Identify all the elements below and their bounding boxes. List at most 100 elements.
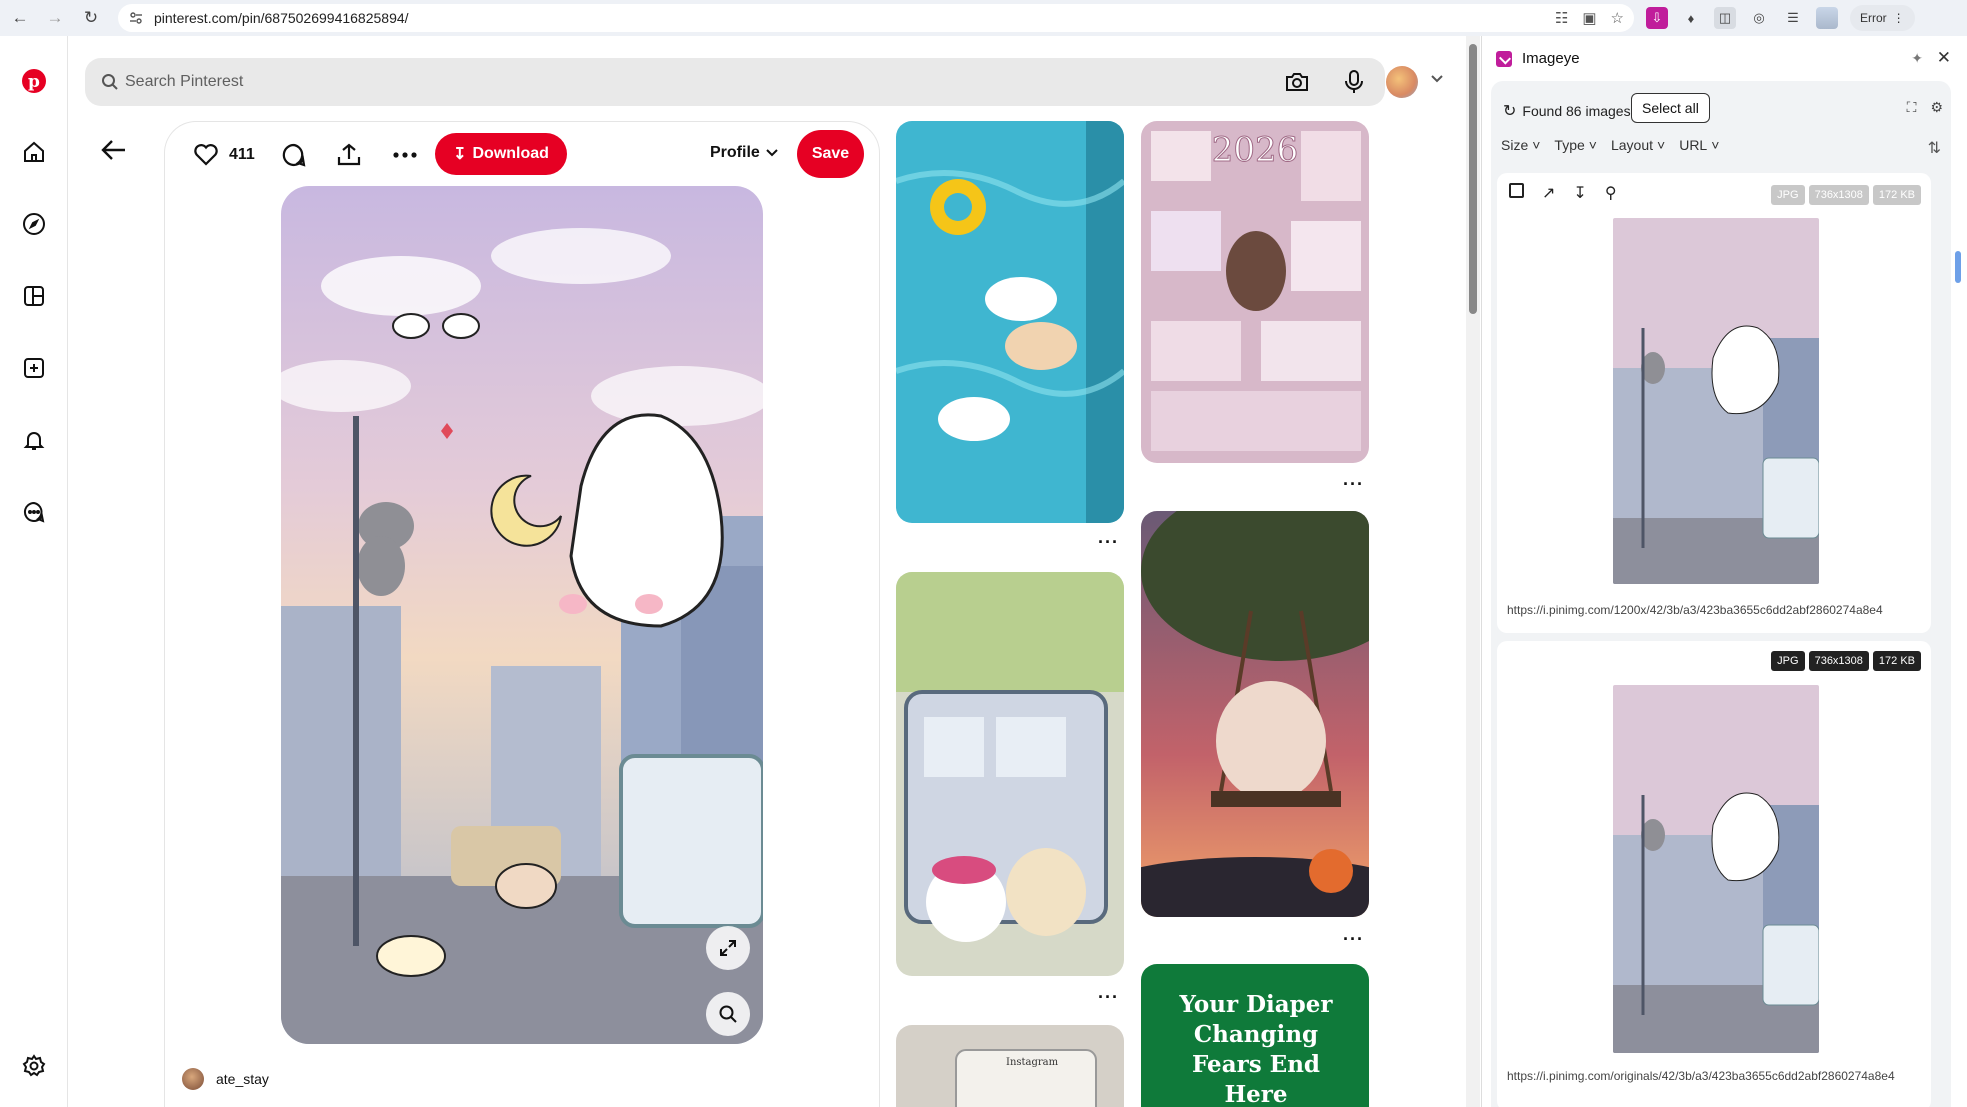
open-new-tab-icon[interactable]: ↗	[1542, 183, 1555, 203]
back-arrow-icon[interactable]: ←	[5, 3, 35, 33]
close-icon[interactable]: ✕	[1937, 48, 1951, 68]
imageye-header: Imageye	[1496, 50, 1580, 67]
heart-icon	[194, 144, 218, 166]
image-card[interactable]: JPG 736x1308 172 KB https://i.pinimg.com…	[1497, 641, 1931, 1107]
select-all-button[interactable]: Select all	[1631, 93, 1710, 123]
kebab-menu-icon[interactable]: ⋮	[1893, 11, 1905, 25]
creator-avatar[interactable]	[182, 1068, 204, 1090]
site-settings-icon[interactable]	[128, 10, 144, 26]
panel-scroll-indicator[interactable]	[1955, 251, 1961, 283]
translate-icon[interactable]: ☷	[1555, 9, 1568, 27]
refresh-icon[interactable]: ↻	[1503, 101, 1516, 121]
user-avatar[interactable]	[1386, 66, 1418, 98]
chevron-down-icon[interactable]	[1430, 74, 1444, 84]
filter-layout-label: Layout	[1610, 137, 1654, 153]
settings-gear-icon[interactable]: ⚙	[1930, 99, 1943, 116]
extensions-puzzle-icon[interactable]: ♦	[1680, 7, 1702, 29]
svg-text:p: p	[28, 72, 40, 92]
reload-icon[interactable]: ↻	[76, 3, 106, 33]
messages-icon[interactable]	[19, 497, 49, 527]
image-url[interactable]: https://i.pinimg.com/1200x/42/3b/a3/423b…	[1507, 603, 1923, 617]
comment-button[interactable]	[281, 140, 307, 170]
profile-avatar-icon[interactable]	[1816, 7, 1838, 29]
explore-compass-icon[interactable]	[19, 209, 49, 239]
format-badge: JPG	[1771, 651, 1805, 671]
related-pin-instagram[interactable]: Instagram	[896, 1025, 1124, 1107]
media-controls-icon[interactable]: ☰	[1782, 7, 1804, 29]
create-plus-icon[interactable]	[19, 353, 49, 383]
image-badges: JPG 736x1308 172 KB	[1771, 185, 1921, 205]
back-arrow-icon[interactable]	[100, 138, 128, 162]
pin-more-dots-icon[interactable]: ···	[1343, 475, 1364, 493]
pin-more-dots-icon[interactable]: ···	[1098, 533, 1119, 551]
filter-url[interactable]: URL ˅	[1679, 137, 1719, 153]
search-placeholder: Search Pinterest	[125, 73, 244, 90]
screenshot-icon[interactable]: ◎	[1748, 7, 1770, 29]
related-pin-bus[interactable]	[896, 572, 1124, 976]
format-badge: JPG	[1771, 185, 1805, 205]
side-panel-icon[interactable]: ◫	[1714, 7, 1736, 29]
boards-icon[interactable]	[19, 281, 49, 311]
profile-board-dropdown[interactable]: Profile	[710, 144, 778, 162]
pin-more-dots-icon[interactable]: ···	[1343, 930, 1364, 948]
pin-creator[interactable]: ate_stay	[182, 1068, 269, 1090]
filter-size[interactable]: Size ˅	[1501, 137, 1540, 153]
more-dots-icon	[393, 152, 417, 158]
image-thumbnail[interactable]	[1613, 685, 1819, 1053]
chevron-down-icon: ˅	[1711, 137, 1720, 153]
download-label: Download	[472, 145, 549, 162]
profile-error-pill[interactable]: Error ⋮	[1850, 5, 1915, 31]
save-button[interactable]: Save	[797, 130, 864, 178]
left-nav-rail: p	[0, 36, 68, 1107]
checkbox-icon[interactable]	[1509, 183, 1524, 198]
filter-type[interactable]: Type ˅	[1554, 137, 1597, 153]
forward-arrow-icon[interactable]: →	[40, 3, 70, 33]
filter-layout[interactable]: Layout ˅	[1611, 137, 1665, 153]
image-card[interactable]: ↗ ↧ ⚲ JPG 736x1308 172 KB https://i.pini…	[1497, 173, 1931, 633]
image-thumbnail[interactable]	[1613, 218, 1819, 584]
share-button[interactable]	[336, 140, 362, 170]
visual-search-camera-icon[interactable]	[1284, 70, 1310, 94]
like-count: 411	[229, 146, 255, 163]
related-pin-vision-board[interactable]: 2026	[1141, 121, 1369, 463]
notifications-bell-icon[interactable]	[19, 425, 49, 455]
scrollbar-thumb[interactable]	[1469, 44, 1477, 314]
search-icon	[102, 74, 118, 90]
download-arrow-icon: ↧	[453, 146, 467, 163]
creator-name[interactable]: ate_stay	[216, 1071, 269, 1087]
image-list: ↗ ↧ ⚲ JPG 736x1308 172 KB https://i.pini…	[1491, 173, 1951, 1107]
imageye-extension-icon[interactable]: ⇩	[1646, 7, 1668, 29]
settings-gear-icon[interactable]	[19, 1051, 49, 1081]
download-icon[interactable]: ↧	[1573, 183, 1586, 203]
visual-search-lens-icon[interactable]	[706, 992, 750, 1036]
more-options-button[interactable]	[392, 140, 418, 170]
image-url[interactable]: https://i.pinimg.com/originals/42/3b/a3/…	[1507, 1069, 1923, 1083]
voice-search-mic-icon[interactable]	[1343, 69, 1365, 95]
install-app-icon[interactable]: ▣	[1582, 9, 1596, 27]
related-pin-pool[interactable]	[896, 121, 1124, 523]
home-icon[interactable]	[19, 137, 49, 167]
bookmark-star-icon[interactable]: ☆	[1611, 9, 1624, 27]
search-bar[interactable]: Search Pinterest	[85, 58, 1385, 106]
related-pin-swing[interactable]	[1141, 511, 1369, 917]
chevron-down-icon: ˅	[1588, 137, 1597, 153]
expand-icon[interactable]	[706, 926, 750, 970]
pinterest-logo-icon[interactable]: p	[19, 66, 49, 96]
sort-icon[interactable]: ⇅	[1928, 138, 1941, 158]
page-scrollbar[interactable]	[1466, 36, 1480, 1107]
pin-swing-image	[1141, 511, 1369, 917]
zoom-icon[interactable]: ⚲	[1605, 183, 1617, 203]
related-pin-ad[interactable]: Your Diaper Changing Fears End Here	[1141, 964, 1369, 1107]
address-bar[interactable]: pinterest.com/pin/687502699416825894/ ☷ …	[118, 4, 1634, 32]
pin-image[interactable]	[281, 186, 763, 1044]
like-button[interactable]: 411	[193, 140, 255, 170]
pin-pool-image	[896, 121, 1124, 523]
download-button[interactable]: ↧ Download	[435, 133, 567, 175]
found-count: Found 86 images	[1522, 103, 1631, 119]
thumbnail-illustration	[1613, 685, 1819, 1053]
imageye-content: ↻ Found 86 images Select all ⛶ ⚙ Size ˅ T…	[1491, 81, 1961, 1107]
pin-panel-icon[interactable]: ✦	[1911, 50, 1923, 67]
region-select-icon[interactable]: ⛶	[1907, 99, 1917, 116]
pin-more-dots-icon[interactable]: ···	[1098, 988, 1119, 1006]
filesize-badge: 172 KB	[1872, 185, 1921, 205]
